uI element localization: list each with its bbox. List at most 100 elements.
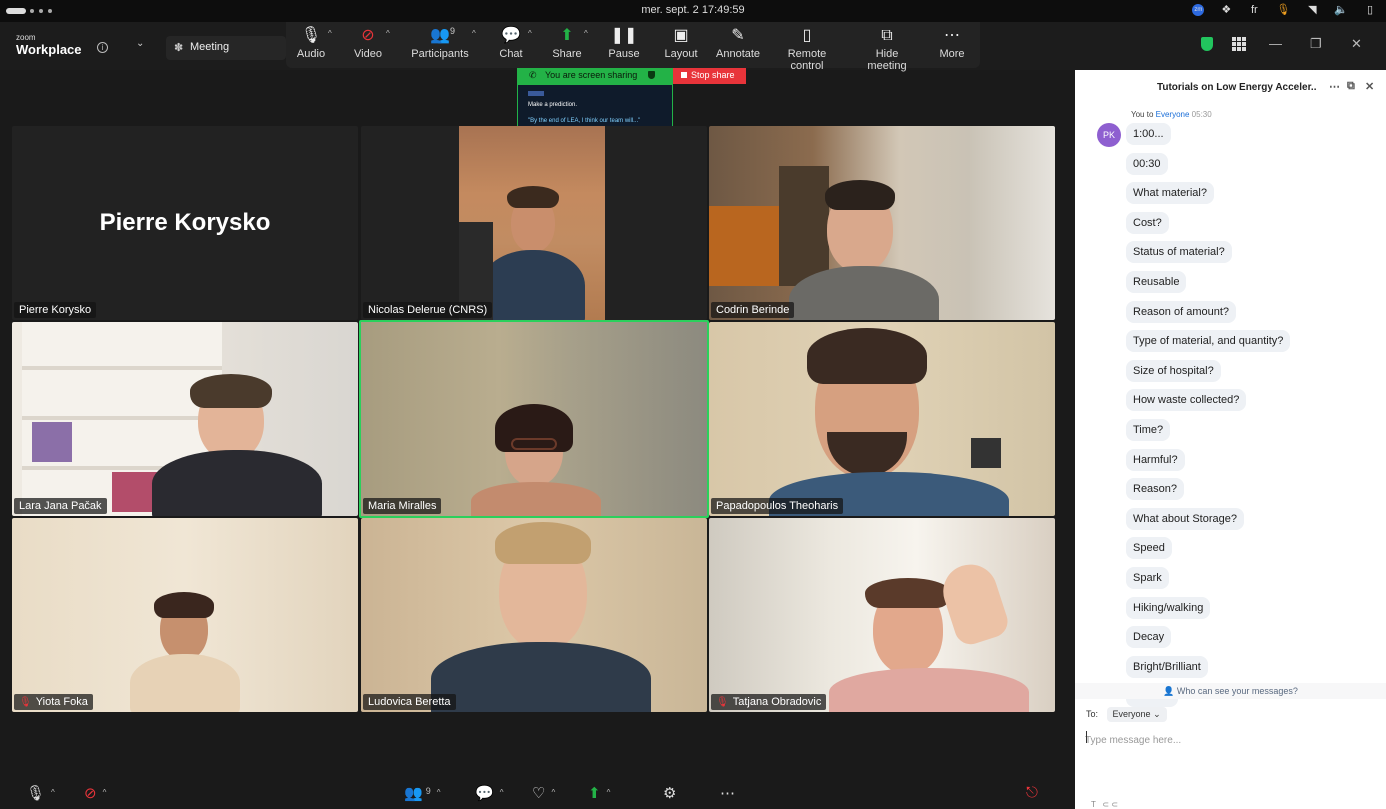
more-options-icon[interactable]: ⋯ (1329, 80, 1340, 93)
close-window-icon[interactable]: ✕ (1351, 36, 1362, 52)
video-tile[interactable]: Pierre Korysko Pierre Korysko (12, 126, 358, 320)
chat-message[interactable]: Bright/Brilliant (1126, 655, 1208, 678)
video-tile[interactable]: Papadopoulos Theoharis (709, 322, 1055, 516)
security-shield-icon[interactable] (1201, 37, 1213, 51)
chat-header: Tutorials on Low Energy Acceler... ⋯ ⧉ ✕ (1075, 70, 1386, 104)
participant-video (709, 322, 1055, 516)
chat-message[interactable]: Reason? (1126, 478, 1185, 501)
chat-message[interactable]: Status of material? (1126, 241, 1232, 264)
keyboard-layout-indicator[interactable]: fr (1248, 4, 1260, 16)
chat-message[interactable]: 1:00... (1126, 123, 1171, 145)
remote-control-label: Remote control (787, 48, 827, 72)
hide-meeting-button[interactable]: ⧉ Hide meeting (856, 22, 918, 72)
chat-message[interactable]: What material? (1126, 182, 1214, 205)
system-tray: zm ❖ fr 🎙 ◥ 🔈 ▯ (1192, 3, 1376, 16)
recipient-row: To: Everyone ⌄ (1086, 707, 1167, 722)
sharing-status[interactable]: ✆ You are screen sharing (517, 68, 673, 84)
share-icon[interactable]: ⬆ ^ (588, 784, 610, 802)
microphone-icon[interactable]: 🎙 ^ (26, 784, 55, 802)
chat-message[interactable]: Harmful? (1126, 448, 1185, 471)
meeting-tab[interactable]: ✽ Meeting (166, 36, 286, 60)
info-icon[interactable]: i (97, 42, 108, 53)
chevron-up-icon[interactable]: ^ (386, 29, 390, 38)
microphone-tray-icon[interactable]: 🎙 (1276, 3, 1290, 16)
stop-share-button[interactable]: Stop share (673, 68, 746, 84)
chevron-up-icon[interactable]: ^ (328, 29, 332, 38)
reactions-icon[interactable]: ♡ ^ (532, 784, 555, 802)
more-button[interactable]: ⋯ More (936, 22, 968, 68)
chat-message[interactable]: Time? (1126, 418, 1171, 441)
apps-grid-icon[interactable] (1232, 37, 1246, 51)
system-clock[interactable]: mer. sept. 2 17:49:59 (0, 4, 1386, 16)
chat-message[interactable]: Type of material, and quantity? (1126, 330, 1291, 353)
close-icon[interactable]: ✕ (1365, 80, 1374, 93)
video-tile[interactable]: Lara Jana Pačak (12, 322, 358, 516)
chat-message[interactable]: Spark (1126, 566, 1169, 589)
who-can-see-link[interactable]: 👤 Who can see your messages? (1075, 683, 1386, 699)
chat-message[interactable]: What about Storage? (1126, 507, 1244, 530)
more-icon[interactable]: ⋯ (720, 784, 735, 802)
audio-button[interactable]: 🎙 Audio ^ (286, 22, 336, 68)
chat-message[interactable]: Decay (1126, 626, 1172, 649)
to-label: To: (1086, 709, 1099, 719)
chat-message[interactable]: 00:30 (1126, 152, 1168, 175)
mouse-icon: ▯ (802, 27, 812, 44)
chat-format-toolbar[interactable]: T ⊂ ⊂ (1091, 800, 1118, 809)
participants-label: Participants (411, 48, 469, 60)
chat-label: Chat (499, 48, 523, 60)
chat-button[interactable]: 💬 Chat ^ (496, 22, 531, 68)
video-off-icon[interactable]: ⊘ ^ (84, 784, 106, 802)
meeting-tab-label: Meeting (190, 41, 230, 53)
chat-message[interactable]: Size of hospital? (1126, 359, 1221, 382)
chat-message[interactable]: Cost? (1126, 211, 1169, 234)
participants-icon[interactable]: 👥 9 ^ (404, 784, 440, 802)
minimize-icon[interactable]: — (1269, 36, 1282, 51)
settings-icon[interactable]: ⚙ (663, 784, 676, 802)
layout-button[interactable]: ▣ Layout (664, 22, 698, 68)
participant-video (12, 322, 358, 516)
chat-message[interactable]: Hiking/walking (1126, 596, 1211, 619)
annotate-button[interactable]: ✎ Annotate (716, 22, 760, 68)
video-tile[interactable]: Nicolas Delerue (CNRS) (361, 126, 707, 320)
chevron-down-icon[interactable]: ⌄ (136, 38, 144, 49)
chat-message[interactable]: Reusable (1126, 270, 1187, 293)
video-tile[interactable]: Codrin Berinde (709, 126, 1055, 320)
volume-icon[interactable]: 🔈 (1334, 3, 1348, 16)
chat-icon: 💬 (501, 27, 521, 44)
screen-sharing-banner: ✆ You are screen sharing Stop share (517, 68, 746, 84)
video-tile-active-speaker[interactable]: Maria Miralles (359, 320, 709, 518)
chevron-up-icon[interactable]: ^ (584, 29, 588, 38)
paw-icon: ✽ (174, 42, 184, 54)
pause-button[interactable]: ❚❚ Pause (608, 22, 640, 68)
video-button[interactable]: ⊘ Video ^ (344, 22, 392, 68)
share-label: Share (552, 48, 582, 60)
participants-button[interactable]: 👥 9 Participants ^ (410, 22, 476, 68)
chevron-up-icon[interactable]: ^ (472, 29, 476, 38)
video-tile[interactable]: 🎙 Tatjana Obradovic (709, 518, 1055, 712)
message-input[interactable] (1085, 730, 1375, 750)
leave-icon[interactable]: ⎋ (1026, 784, 1038, 801)
maximize-icon[interactable]: ❐ (1310, 36, 1322, 52)
remote-control-button[interactable]: ▯ Remote control (772, 22, 842, 72)
avatar[interactable]: PK (1097, 123, 1121, 147)
recipient-link[interactable]: Everyone (1156, 110, 1190, 119)
chat-message[interactable]: Speed (1126, 537, 1172, 560)
dropbox-icon[interactable]: ❖ (1220, 3, 1232, 16)
recipient-select[interactable]: Everyone ⌄ (1106, 707, 1167, 722)
pencil-icon: ✎ (731, 27, 745, 44)
participant-name: 🎙 Tatjana Obradovic (711, 694, 827, 710)
share-button[interactable]: ⬆ Share ^ (552, 22, 587, 68)
shield-icon (648, 71, 655, 79)
zoom-tray-icon[interactable]: zm (1192, 3, 1205, 16)
chat-message[interactable]: How waste collected? (1126, 389, 1247, 412)
video-tile[interactable]: 🎙 Yiota Foka (12, 518, 358, 712)
wifi-icon[interactable]: ◥ (1306, 3, 1318, 16)
video-tile[interactable]: Ludovica Beretta (361, 518, 707, 712)
participant-name: 🎙 Yiota Foka (14, 694, 93, 710)
chat-message[interactable]: Reason of amount? (1126, 300, 1237, 323)
chevron-up-icon[interactable]: ^ (528, 29, 532, 38)
hide-meeting-label: Hide meeting (867, 48, 907, 72)
chat-icon[interactable]: 💬 ^ (475, 784, 503, 802)
popout-icon[interactable]: ⧉ (1347, 80, 1355, 93)
battery-icon[interactable]: ▯ (1364, 3, 1376, 16)
